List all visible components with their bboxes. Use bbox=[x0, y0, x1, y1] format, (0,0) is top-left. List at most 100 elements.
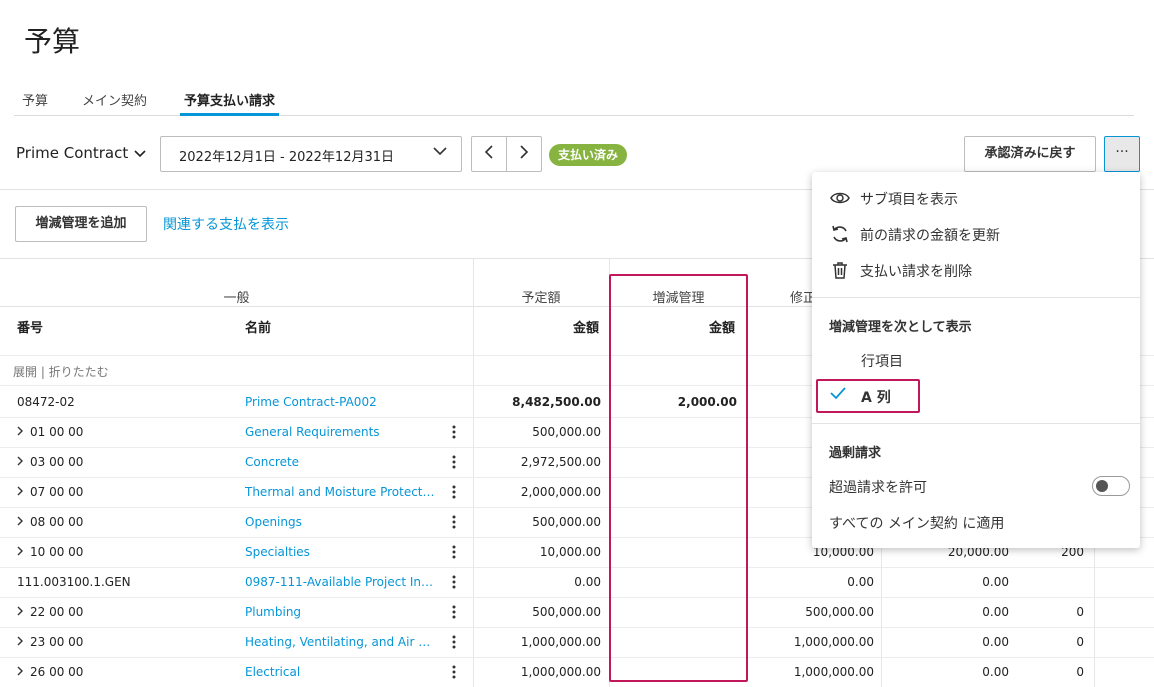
more-options-button[interactable]: ··· bbox=[1104, 136, 1140, 172]
row-number: 26 00 00 bbox=[17, 665, 227, 679]
row-number: 111.003100.1.GEN bbox=[17, 575, 227, 589]
allow-overbilling-label: 超過請求を許可 bbox=[829, 480, 927, 496]
row-amount: 1,000,000.00 bbox=[520, 665, 601, 679]
row-kebab-icon[interactable] bbox=[449, 485, 459, 502]
row-extra-amount: 0 bbox=[1076, 665, 1084, 679]
row-name-link[interactable]: Openings bbox=[245, 515, 435, 529]
row-kebab-icon[interactable] bbox=[449, 665, 459, 682]
chevron-right-icon[interactable] bbox=[17, 425, 24, 439]
chevron-down-icon bbox=[433, 145, 447, 160]
contract-selector-label: Prime Contract bbox=[16, 144, 129, 162]
change-column-highlight bbox=[609, 274, 748, 682]
row-amount: 10,000.00 bbox=[539, 545, 601, 559]
row-name-link[interactable]: Heating, Ventilating, and Air C... bbox=[245, 635, 435, 649]
status-badge: 支払い済み bbox=[549, 144, 628, 166]
row-name-link[interactable]: Specialties bbox=[245, 545, 435, 559]
row-amount: 500,000.00 bbox=[532, 605, 601, 619]
row-name-link[interactable]: Plumbing bbox=[245, 605, 435, 619]
row-kebab-icon[interactable] bbox=[449, 635, 459, 652]
menu-item-refresh-previous[interactable]: 前の請求の金額を更新 bbox=[812, 216, 1140, 252]
menu-item-label: サブ項目を表示 bbox=[860, 192, 958, 208]
row-code: 01 00 00 bbox=[30, 425, 84, 439]
row-code: 26 00 00 bbox=[30, 665, 84, 679]
row-next-amount: 0.00 bbox=[982, 575, 1009, 589]
row-amount: 0.00 bbox=[574, 575, 601, 589]
column-option-highlight bbox=[816, 379, 920, 413]
eye-icon bbox=[830, 188, 850, 208]
chevron-right-icon[interactable] bbox=[17, 455, 24, 469]
add-change-management-button[interactable]: 増減管理を追加 bbox=[15, 206, 147, 242]
row-name-link[interactable]: Electrical bbox=[245, 665, 435, 679]
view-related-payments-link[interactable]: 関連する支払を表示 bbox=[163, 214, 289, 234]
row-kebab-icon[interactable] bbox=[449, 515, 459, 532]
table-row: 26 00 00 Electrical 1,000,000.00 1,000,000.… bbox=[0, 657, 1154, 687]
next-period-button[interactable] bbox=[506, 136, 542, 172]
tab-budget-invoices[interactable]: 予算支払い請求 bbox=[180, 90, 280, 116]
menu-separator bbox=[812, 423, 1140, 424]
previous-period-button[interactable] bbox=[471, 136, 507, 172]
tab-prime-contract[interactable]: メイン契約 bbox=[78, 90, 151, 109]
page-title: 予算 bbox=[24, 25, 81, 58]
row-kebab-icon[interactable] bbox=[449, 455, 459, 472]
row-number: 10 00 00 bbox=[17, 545, 227, 559]
row-next-amount: 0.00 bbox=[982, 605, 1009, 619]
date-range-select[interactable]: 2022年12月1日 - 2022年12月31日 bbox=[160, 136, 462, 172]
row-revised-amount: 1,000,000.00 bbox=[793, 635, 874, 649]
option-line-item[interactable]: 行項目 bbox=[861, 351, 903, 371]
expand-collapse-toggle[interactable]: 展開 | 折りたたむ bbox=[13, 363, 109, 380]
column-header-number[interactable]: 番号 bbox=[17, 317, 43, 336]
chevron-down-icon bbox=[134, 147, 146, 161]
more-options-menu: サブ項目を表示 前の請求の金額を更新 支払い請求を削除 増減管理を次として表示 … bbox=[812, 172, 1140, 548]
row-name-link[interactable]: 0987-111-Available Project Info... bbox=[245, 575, 435, 589]
row-kebab-icon[interactable] bbox=[449, 425, 459, 442]
tab-budget[interactable]: 予算 bbox=[18, 90, 52, 109]
column-header-amount[interactable]: 金額 bbox=[573, 317, 599, 336]
row-name-link[interactable]: Prime Contract-PA002 bbox=[245, 395, 435, 409]
chevron-left-icon bbox=[484, 145, 493, 159]
column-header-name[interactable]: 名前 bbox=[245, 317, 271, 336]
row-extra-amount: 0 bbox=[1076, 605, 1084, 619]
tab-bar: 予算 メイン契約 予算支払い請求 bbox=[14, 84, 1134, 116]
apply-to-all-contracts-option[interactable]: すべての メイン契約 に適用 bbox=[829, 513, 1004, 533]
row-number: 03 00 00 bbox=[17, 455, 227, 469]
row-next-amount: 0.00 bbox=[982, 635, 1009, 649]
revert-to-approved-button[interactable]: 承認済みに戻す bbox=[964, 136, 1096, 172]
row-revised-amount: 500,000.00 bbox=[805, 605, 874, 619]
chevron-right-icon[interactable] bbox=[17, 635, 24, 649]
row-code: 111.003100.1.GEN bbox=[17, 575, 131, 589]
table-row: 23 00 00 Heating, Ventilating, and Air C.… bbox=[0, 627, 1154, 657]
row-kebab-icon[interactable] bbox=[449, 575, 459, 592]
row-revised-amount: 1,000,000.00 bbox=[793, 665, 874, 679]
menu-item-label: 支払い請求を削除 bbox=[860, 264, 972, 280]
trash-icon bbox=[830, 260, 850, 280]
row-amount: 500,000.00 bbox=[532, 425, 601, 439]
chevron-right-icon[interactable] bbox=[17, 515, 24, 529]
toggle-knob bbox=[1096, 480, 1108, 492]
chevron-right-icon[interactable] bbox=[17, 665, 24, 679]
row-number: 22 00 00 bbox=[17, 605, 227, 619]
row-name-link[interactable]: General Requirements bbox=[245, 425, 435, 439]
group-header-budget: 予定額 bbox=[473, 259, 609, 307]
chevron-right-icon[interactable] bbox=[17, 605, 24, 619]
row-code: 03 00 00 bbox=[30, 455, 84, 469]
row-amount: 8,482,500.00 bbox=[512, 395, 601, 409]
row-name-link[interactable]: Concrete bbox=[245, 455, 435, 469]
row-number: 08472-02 bbox=[17, 395, 227, 409]
menu-item-delete-invoice[interactable]: 支払い請求を削除 bbox=[812, 252, 1140, 288]
row-kebab-icon[interactable] bbox=[449, 545, 459, 562]
chevron-right-icon[interactable] bbox=[17, 545, 24, 559]
menu-item-show-sub-items[interactable]: サブ項目を表示 bbox=[812, 180, 1140, 216]
row-kebab-icon[interactable] bbox=[449, 605, 459, 622]
menu-separator bbox=[812, 297, 1140, 298]
row-number: 07 00 00 bbox=[17, 485, 227, 499]
group-header-general: 一般 bbox=[0, 259, 473, 307]
overbilling-heading: 過剰請求 bbox=[829, 446, 882, 461]
row-number: 08 00 00 bbox=[17, 515, 227, 529]
allow-overbilling-toggle[interactable] bbox=[1092, 476, 1130, 496]
row-extra-amount: 0 bbox=[1076, 635, 1084, 649]
chevron-right-icon[interactable] bbox=[17, 485, 24, 499]
row-next-amount: 0.00 bbox=[982, 665, 1009, 679]
row-name-link[interactable]: Thermal and Moisture Protecti... bbox=[245, 485, 435, 499]
row-code: 08472-02 bbox=[17, 395, 75, 409]
contract-selector[interactable]: Prime Contract bbox=[16, 144, 146, 162]
